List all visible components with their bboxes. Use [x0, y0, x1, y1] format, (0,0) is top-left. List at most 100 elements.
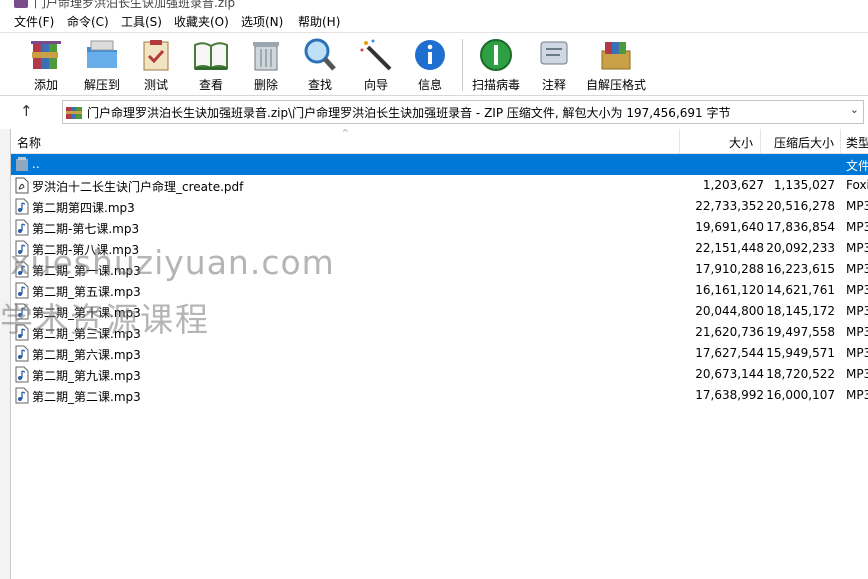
file-type: MP3 [846, 241, 868, 255]
delete-button[interactable]: 删除 [248, 37, 284, 93]
file-size: 19,691,640 [695, 220, 764, 234]
self-extracting-icon [601, 42, 631, 70]
comment-label: 注释 [541, 78, 566, 92]
sfx-button[interactable]: 自解压格式 [584, 37, 648, 93]
info-button[interactable]: 信息 [412, 37, 448, 93]
file-name: .. [32, 157, 40, 171]
virus-scan-icon [480, 39, 512, 71]
menu-options[interactable]: 选项(N) [241, 13, 283, 30]
column-name[interactable]: 名称 [17, 134, 41, 151]
file-packed-size: 14,621,761 [766, 283, 835, 297]
extract-to-button[interactable]: 解压到 [80, 37, 124, 93]
file-size: 17,910,288 [695, 262, 764, 276]
file-type: MP3 [846, 325, 868, 339]
find-button[interactable]: 查找 [302, 37, 338, 93]
audio-file-icon [15, 324, 29, 341]
file-packed-size: 1,135,027 [773, 178, 835, 192]
file-size: 21,620,736 [695, 325, 764, 339]
file-type: MP3 [846, 304, 868, 318]
file-size: 22,733,352 [695, 199, 764, 213]
open-book-icon [194, 42, 228, 70]
menu-commands[interactable]: 命令(C) [67, 13, 109, 30]
pdf-file-icon [15, 177, 29, 194]
file-name: 第二期_第六课.mp3 [32, 348, 141, 362]
list-header: ^ 名称 大小 压缩后大小 类型 [11, 128, 868, 154]
table-row[interactable]: 第二期_第三课.mp3 21,620,736 19,497,558 MP3 [11, 322, 868, 343]
file-packed-size: 18,145,172 [766, 304, 835, 318]
file-name: 罗洪泊十二长生诀门户命理_create.pdf [32, 180, 244, 194]
view-button[interactable]: 查看 [190, 37, 232, 93]
menu-tools[interactable]: 工具(S) [121, 13, 162, 30]
table-row[interactable]: .. 文件夹 [11, 154, 868, 175]
audio-file-icon [15, 240, 29, 257]
audio-file-icon [15, 303, 29, 320]
parent-folder-icon [16, 157, 28, 171]
column-size[interactable]: 大小 [729, 134, 753, 151]
file-packed-size: 20,516,278 [766, 199, 835, 213]
add-button[interactable]: 添加 [26, 37, 66, 93]
file-packed-size: 17,836,854 [766, 220, 835, 234]
file-type: Foxit [846, 178, 868, 192]
file-size: 20,044,800 [695, 304, 764, 318]
file-type: MP3 [846, 262, 868, 276]
column-divider[interactable] [840, 129, 841, 153]
file-type: MP3 [846, 367, 868, 381]
winrar-app-icon [14, 0, 28, 8]
wizard-button[interactable]: 向导 [358, 37, 394, 93]
file-size: 16,161,120 [695, 283, 764, 297]
file-packed-size: 15,949,571 [766, 346, 835, 360]
file-size: 20,673,144 [695, 367, 764, 381]
test-label: 测试 [143, 78, 168, 92]
table-row[interactable]: 第二期_第六课.mp3 17,627,544 15,949,571 MP3 [11, 343, 868, 364]
table-row[interactable]: 第二期第四课.mp3 22,733,352 20,516,278 MP3 [11, 196, 868, 217]
file-packed-size: 19,497,558 [766, 325, 835, 339]
path-field[interactable]: 门户命理罗洪泊长生诀加强班录音.zip\门户命理罗洪泊长生诀加强班录音 - ZI… [62, 100, 864, 124]
comment-button[interactable]: 注释 [536, 37, 572, 93]
file-size: 22,151,448 [695, 241, 764, 255]
comment-icon [540, 41, 568, 65]
file-packed-size: 16,223,615 [766, 262, 835, 276]
file-name: 第二期-第八课.mp3 [32, 243, 140, 257]
file-type: MP3 [846, 199, 868, 213]
column-divider[interactable] [760, 129, 761, 153]
menu-favorites[interactable]: 收藏夹(O) [174, 13, 229, 30]
delete-label: 删除 [253, 78, 278, 92]
view-label: 查看 [198, 78, 223, 92]
title-bar: 门户命理罗洪泊长生诀加强班录音.zip [0, 0, 868, 10]
wizard-label: 向导 [363, 78, 388, 92]
column-type[interactable]: 类型 [846, 134, 868, 151]
table-row[interactable]: 第二期_第二课.mp3 17,638,992 16,000,107 MP3 [11, 385, 868, 406]
up-arrow-icon[interactable]: ↑ [20, 102, 33, 120]
table-row[interactable]: 第二期_第一课.mp3 17,910,288 16,223,615 MP3 [11, 259, 868, 280]
scan-virus-label: 扫描病毒 [471, 78, 520, 92]
chevron-down-icon[interactable]: ⌄ [850, 103, 859, 116]
menu-bar: 文件(F) 命令(C) 工具(S) 收藏夹(O) 选项(N) 帮助(H) [0, 10, 868, 33]
scan-virus-button[interactable]: 扫描病毒 [470, 37, 522, 93]
menu-help[interactable]: 帮助(H) [298, 13, 340, 30]
sort-indicator-icon: ^ [342, 128, 349, 137]
file-name: 第二期_第十课.mp3 [32, 306, 141, 320]
address-bar: ↑ 门户命理罗洪泊长生诀加强班录音.zip\门户命理罗洪泊长生诀加强班录音 - … [0, 96, 868, 128]
file-type: MP3 [846, 346, 868, 360]
extract-to-label: 解压到 [83, 78, 120, 92]
column-packed-size[interactable]: 压缩后大小 [774, 134, 834, 151]
add-label: 添加 [33, 78, 58, 92]
audio-file-icon [15, 261, 29, 278]
column-divider[interactable] [679, 129, 680, 153]
file-name: 第二期第四课.mp3 [32, 201, 135, 215]
menu-file[interactable]: 文件(F) [14, 13, 54, 30]
left-panel-edge [0, 129, 10, 579]
file-name: 第二期_第九课.mp3 [32, 369, 141, 383]
sfx-label: 自解压格式 [585, 78, 646, 92]
table-row[interactable]: 第二期_第五课.mp3 16,161,120 14,621,761 MP3 [11, 280, 868, 301]
table-row[interactable]: 第二期-第七课.mp3 19,691,640 17,836,854 MP3 [11, 217, 868, 238]
file-packed-size: 16,000,107 [766, 388, 835, 402]
table-row[interactable]: 罗洪泊十二长生诀门户命理_create.pdf 1,203,627 1,135,02… [11, 175, 868, 196]
file-size: 17,638,992 [695, 388, 764, 402]
file-type: 文件夹 [846, 159, 868, 173]
table-row[interactable]: 第二期-第八课.mp3 22,151,448 20,092,233 MP3 [11, 238, 868, 259]
test-button[interactable]: 测试 [138, 37, 174, 93]
file-name: 第二期-第七课.mp3 [32, 222, 140, 236]
table-row[interactable]: 第二期_第九课.mp3 20,673,144 18,720,522 MP3 [11, 364, 868, 385]
table-row[interactable]: 第二期_第十课.mp3 20,044,800 18,145,172 MP3 [11, 301, 868, 322]
